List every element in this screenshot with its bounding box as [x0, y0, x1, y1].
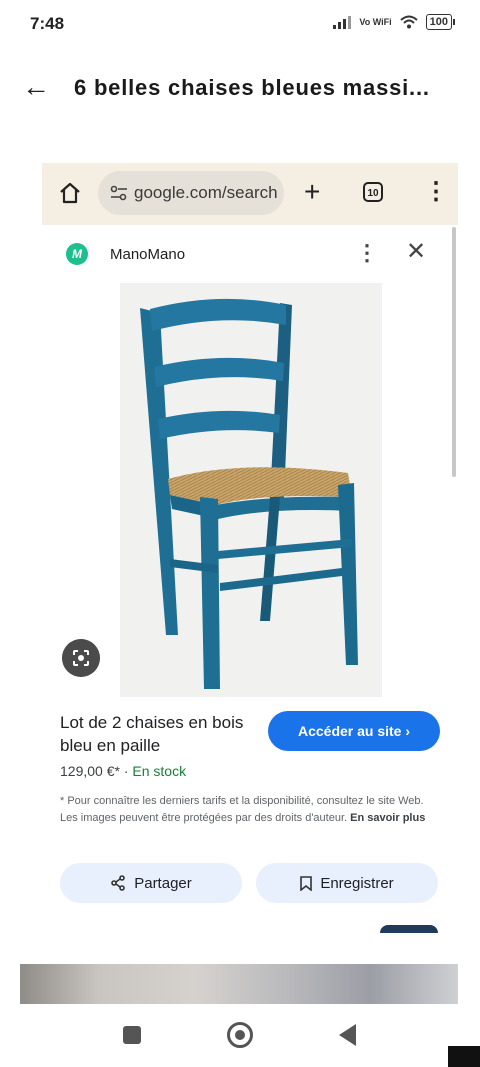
manomano-logo-icon: M [66, 243, 88, 265]
scrollbar [452, 227, 456, 477]
visit-site-button: Accéder au site › [268, 711, 440, 751]
save-button: Enregistrer [256, 863, 438, 903]
next-chip-peek [380, 925, 438, 933]
status-icons: Vo WiFi 100 [333, 14, 456, 30]
price-line: 129,00 €* · En stock [60, 763, 186, 779]
close-icon: ✕ [406, 238, 427, 265]
recents-button[interactable] [123, 1026, 141, 1044]
listing-photo-screenshot[interactable]: google.com/search + 10 ⋮ M ManoMano ⋮ ✕ [42, 163, 458, 938]
price: 129,00 €* [60, 763, 120, 779]
chevron-right-icon: › [405, 723, 411, 739]
page-title: 6 belles chaises bleues massi... [74, 75, 430, 100]
source-name: ManoMano [110, 246, 186, 263]
back-arrow-icon[interactable]: ← [22, 72, 50, 102]
product-title: Lot de 2 chaises en bois bleu en paille [60, 713, 244, 755]
learn-more-link: En savoir plus [350, 812, 426, 824]
share-icon [111, 875, 126, 891]
share-label: Partager [134, 874, 192, 892]
browser-toolbar: google.com/search + 10 ⋮ [42, 163, 458, 225]
visit-site-label: Accéder au site [297, 723, 402, 739]
signal-icon [333, 15, 352, 29]
more-vert-icon: ⋮ [356, 240, 378, 265]
google-lens-icon [62, 639, 100, 677]
tabs-icon: 10 [363, 182, 383, 202]
save-label: Enregistrer [320, 874, 394, 892]
wifi-icon [399, 15, 418, 29]
more-vert-icon: ⋮ [424, 178, 448, 205]
share-button: Partager [60, 863, 242, 903]
tune-icon [110, 185, 127, 201]
url-text: google.com/search [134, 183, 278, 202]
plus-icon: + [304, 176, 321, 207]
bookmark-icon [300, 875, 313, 891]
status-time: 7:48 [30, 14, 65, 33]
vowifi-label: Vo WiFi [359, 16, 392, 27]
next-listing-photo[interactable] [20, 964, 458, 1004]
corner-overlay [448, 1046, 480, 1067]
home-button[interactable] [227, 1022, 253, 1048]
disclaimer: * Pour connaître les derniers tarifs et … [60, 793, 444, 827]
stock-status: En stock [132, 763, 187, 779]
back-button[interactable] [339, 1024, 356, 1046]
separator: · [123, 763, 129, 779]
battery-icon: 100 [425, 14, 456, 30]
chair-image [120, 283, 382, 697]
home-icon [60, 182, 80, 204]
address-bar: google.com/search [98, 171, 284, 215]
